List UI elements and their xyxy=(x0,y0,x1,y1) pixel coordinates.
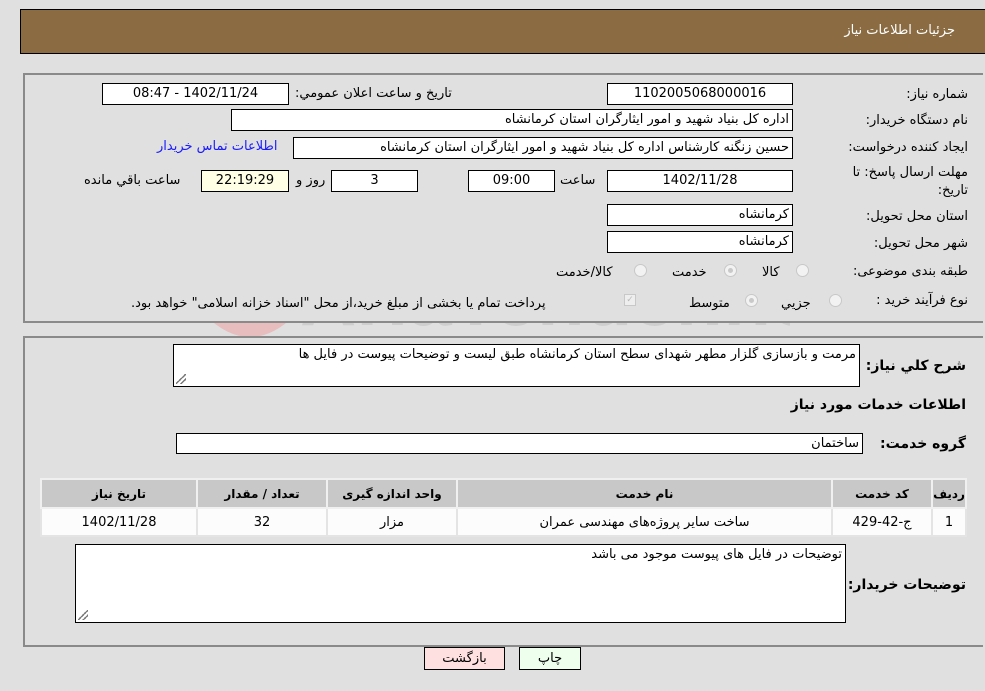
cell-unit: مزار xyxy=(326,507,458,537)
page-title: جزئیات اطلاعات نیاز xyxy=(844,23,955,38)
announce-datetime-field: 1402/11/24 - 08:47 xyxy=(102,83,289,105)
creator-label: ایجاد کننده درخواست: xyxy=(848,140,968,155)
process-minor-radio[interactable] xyxy=(829,294,842,307)
province-field: کرمانشاه xyxy=(607,204,793,226)
service-group-label: گروه خدمت: xyxy=(880,436,966,452)
city-field: کرمانشاه xyxy=(607,231,793,253)
col-need-date: تاریخ نیاز xyxy=(40,478,198,509)
buyer-org-label: نام دستگاه خریدار: xyxy=(865,113,968,128)
category-service-label: خدمت xyxy=(672,265,707,280)
table-header-row: ردیف کد خدمت نام خدمت واحد اندازه گیری ت… xyxy=(40,478,967,509)
process-label: نوع فرآیند خرید : xyxy=(876,293,968,308)
deadline-time-field: 09:00 xyxy=(468,170,555,192)
col-service-name: نام خدمت xyxy=(456,478,833,509)
buyer-org-field: اداره کل بنیاد شهید و امور ایثارگران است… xyxy=(231,109,793,131)
cell-quantity: 32 xyxy=(196,507,328,537)
process-minor-label: جزيي xyxy=(781,296,811,311)
need-number-label: شماره نیاز: xyxy=(906,87,968,102)
cell-service-code: ج-42-429 xyxy=(831,507,933,537)
time-label: ساعت xyxy=(560,173,596,188)
days-remaining-field: 3 xyxy=(331,170,418,192)
category-service-radio[interactable] xyxy=(724,264,737,277)
cell-service-name: ساخت سایر پروژه‌های مهندسی عمران xyxy=(456,507,833,537)
col-service-code: کد خدمت xyxy=(831,478,933,509)
announce-label: تاریخ و ساعت اعلان عمومي: xyxy=(295,86,452,101)
summary-text: مرمت و بازسازی گلزار مطهر شهدای سطح استا… xyxy=(298,347,856,362)
buyer-notes-textarea[interactable]: توضیحات در فایل های پیوست موجود می باشد xyxy=(75,544,846,623)
buyer-notes-text: توضیحات در فایل های پیوست موجود می باشد xyxy=(591,547,842,562)
days-label: روز و xyxy=(296,173,326,188)
category-label: طبقه بندی موضوعی: xyxy=(852,264,968,279)
deadline-date-field: 1402/11/28 xyxy=(607,170,793,192)
buyer-contact-link[interactable]: اطلاعات تماس خریدار xyxy=(157,139,277,154)
summary-label: شرح کلي نياز: xyxy=(865,358,966,374)
category-goods-service-label: کالا/خدمت xyxy=(556,265,613,280)
cell-row-number: 1 xyxy=(931,507,967,537)
city-label: شهر محل تحویل: xyxy=(873,236,968,251)
category-goods-service-radio[interactable] xyxy=(634,264,647,277)
province-label: استان محل تحویل: xyxy=(866,209,968,224)
process-medium-label: متوسط xyxy=(689,296,730,311)
cell-need-date: 1402/11/28 xyxy=(40,507,198,537)
print-button[interactable]: چاپ xyxy=(519,647,581,670)
back-button[interactable]: بازگشت xyxy=(424,647,505,670)
col-row-number: ردیف xyxy=(931,478,967,509)
resize-grip-icon[interactable] xyxy=(78,610,88,620)
col-quantity: تعداد / مقدار xyxy=(196,478,328,509)
deadline-label: مهلت ارسال پاسخ: تا xyxy=(852,165,968,180)
resize-grip-icon[interactable] xyxy=(176,374,186,384)
service-group-field: ساختمان xyxy=(176,433,863,454)
category-goods-label: کالا xyxy=(762,265,780,280)
services-table: ردیف کد خدمت نام خدمت واحد اندازه گیری ت… xyxy=(40,478,967,537)
process-medium-radio[interactable] xyxy=(745,294,758,307)
remaining-label: ساعت باقي مانده xyxy=(84,173,181,188)
deadline-label-date: تاریخ: xyxy=(937,183,968,198)
category-goods-radio[interactable] xyxy=(796,264,809,277)
summary-textarea[interactable]: مرمت و بازسازی گلزار مطهر شهدای سطح استا… xyxy=(173,344,860,387)
treasury-note: پرداخت تمام یا بخشی از مبلغ خرید،از محل … xyxy=(131,296,546,311)
col-unit: واحد اندازه گیری xyxy=(326,478,458,509)
time-remaining-field: 22:19:29 xyxy=(201,170,289,192)
treasury-checkbox[interactable]: ✓ xyxy=(624,294,636,306)
creator-field: حسین زنگنه کارشناس اداره کل بنیاد شهید و… xyxy=(293,137,793,159)
services-heading: اطلاعات خدمات مورد نیاز xyxy=(790,397,966,413)
buyer-notes-label: توضیحات خریدار: xyxy=(847,577,966,593)
need-number-field: 1102005068000016 xyxy=(607,83,793,105)
table-row: 1 ج-42-429 ساخت سایر پروژه‌های مهندسی عم… xyxy=(40,507,967,537)
page-header: جزئیات اطلاعات نیاز xyxy=(20,9,985,54)
